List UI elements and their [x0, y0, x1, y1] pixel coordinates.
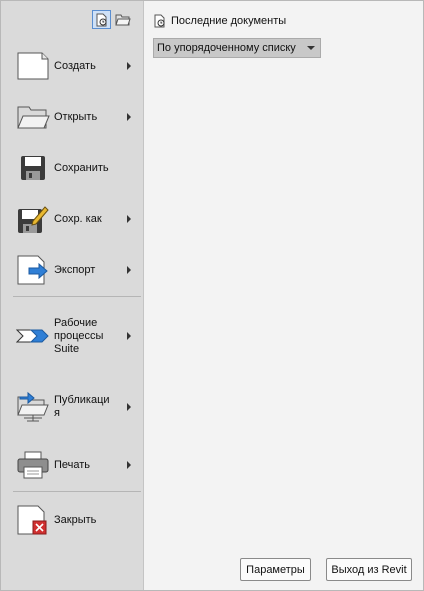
save-disk-icon — [15, 150, 51, 186]
close-document-icon — [15, 502, 51, 538]
recent-documents-icon — [154, 14, 165, 28]
submenu-arrow-icon — [127, 113, 131, 121]
options-button[interactable]: Параметры — [240, 558, 311, 581]
printer-icon — [15, 447, 51, 483]
menu-item-label: Публикаци я — [54, 394, 110, 419]
recent-documents-title: Последние документы — [171, 15, 287, 27]
recent-documents-toggle[interactable] — [92, 10, 111, 29]
view-toggle-group — [92, 10, 135, 30]
application-menu-window: Создать Открыть Сохранить Сохр. как Эксп… — [0, 0, 424, 591]
submenu-arrow-icon — [127, 62, 131, 70]
menu-item-suite-workflows[interactable]: Рабочие процессы Suite — [1, 310, 143, 362]
menu-item-open[interactable]: Открыть — [1, 94, 143, 140]
new-document-icon — [15, 48, 51, 84]
sort-order-dropdown[interactable]: По упорядоченному списку — [153, 38, 321, 58]
recent-documents-pane: Последние документы По упорядоченному сп… — [144, 1, 423, 590]
menu-item-label: Открыть — [54, 110, 98, 123]
open-folder-icon — [15, 99, 51, 135]
submenu-arrow-icon — [127, 403, 131, 411]
menu-item-label: Создать — [54, 59, 96, 72]
menu-item-save-as[interactable]: Сохр. как — [1, 196, 143, 242]
exit-revit-button[interactable]: Выход из Revit — [326, 558, 412, 581]
sort-order-value: По упорядоченному списку — [157, 42, 296, 54]
menu-item-label: Экспорт — [54, 263, 96, 276]
suite-workflows-icon — [15, 318, 51, 354]
open-documents-toggle[interactable] — [113, 10, 132, 29]
menu-item-label: Сохранить — [54, 161, 109, 174]
menu-item-close[interactable]: Закрыть — [1, 497, 143, 543]
recent-documents-icon — [96, 13, 107, 26]
menu-item-label: Печать — [54, 458, 91, 471]
menu-item-label: Сохр. как — [54, 212, 102, 225]
submenu-arrow-icon — [127, 266, 131, 274]
submenu-arrow-icon — [127, 461, 131, 469]
menu-item-save[interactable]: Сохранить — [1, 145, 143, 191]
chevron-down-icon — [307, 46, 315, 50]
export-icon — [15, 252, 51, 288]
menu-item-print[interactable]: Печать — [1, 442, 143, 488]
submenu-arrow-icon — [127, 215, 131, 223]
menu-item-label: Рабочие процессы Suite — [54, 316, 104, 355]
menu-item-publish[interactable]: Публикаци я — [1, 383, 143, 431]
menu-item-export[interactable]: Экспорт — [1, 247, 143, 293]
save-as-icon — [15, 201, 51, 237]
recent-documents-header: Последние документы — [153, 13, 286, 29]
menu-divider — [13, 296, 141, 297]
submenu-arrow-icon — [127, 332, 131, 340]
menu-item-new[interactable]: Создать — [1, 43, 143, 89]
open-documents-icon — [114, 14, 131, 26]
publish-icon — [15, 389, 51, 425]
application-menu: Создать Открыть Сохранить Сохр. как Эксп… — [1, 1, 144, 590]
menu-item-label: Закрыть — [54, 513, 97, 526]
menu-divider — [13, 491, 141, 492]
